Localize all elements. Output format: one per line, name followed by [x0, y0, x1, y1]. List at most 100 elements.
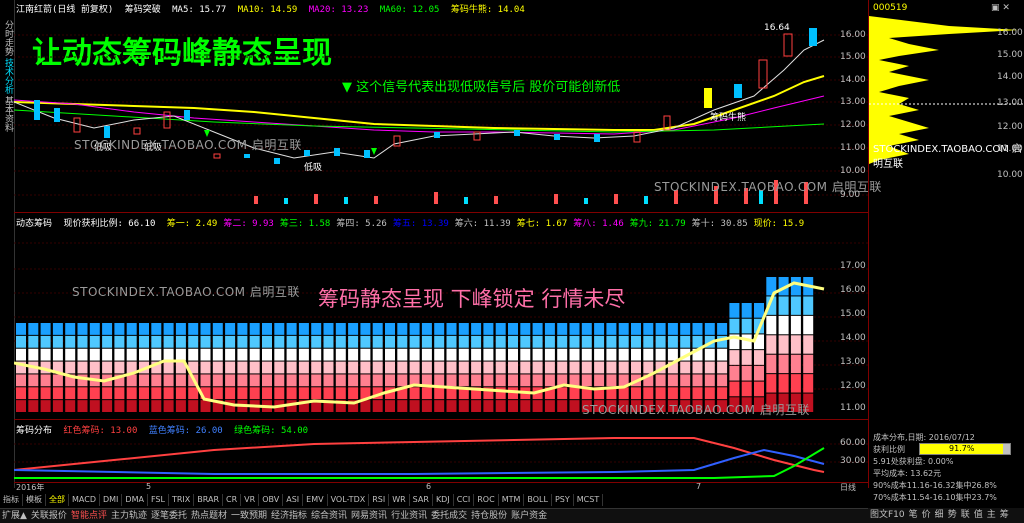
cost-date: 成本分布,日期: 2016/07/12	[873, 433, 975, 442]
bottom-tab-6[interactable]: 一致预期	[229, 509, 269, 523]
indicator-tab-9[interactable]: CR	[223, 494, 242, 506]
indicator-tab-24[interactable]: MCST	[574, 494, 604, 506]
chip-column-segment	[89, 348, 100, 361]
bottom-tab-3[interactable]: 主力轨迹	[109, 509, 149, 523]
bottom-tab-2[interactable]: 智能点评	[69, 509, 109, 523]
chip-column-segment	[667, 387, 678, 400]
tab-fundamentals[interactable]: 基本资料	[1, 96, 13, 132]
r-axis-6: 11.00	[997, 144, 1023, 154]
bottom-tab-5[interactable]: 热点题材	[189, 509, 229, 523]
indicator-tab-23[interactable]: PSY	[552, 494, 574, 506]
bottom-tab-4[interactable]: 逐笔委托	[149, 509, 189, 523]
bottom-tab-8[interactable]: 综合资讯	[309, 509, 349, 523]
bottom-tab-10[interactable]: 行业资讯	[389, 509, 429, 523]
indicator-tab-11[interactable]: OBV	[259, 494, 284, 506]
chip-column-segment	[557, 335, 568, 348]
chip-column-segment	[446, 400, 457, 412]
chip-column-segment	[372, 323, 383, 335]
chip-column-segment	[532, 400, 543, 412]
right-foot-tab-1[interactable]: 笔	[907, 508, 920, 522]
indicator-tab-10[interactable]: VR	[241, 494, 260, 506]
chip-column-segment	[692, 323, 703, 335]
right-foot-tab-2[interactable]: 价	[920, 508, 933, 522]
chip-column-segment	[274, 335, 285, 348]
indicator-tab-6[interactable]: FSL	[148, 494, 169, 506]
tab-technical[interactable]: 技术分析	[1, 58, 13, 94]
chip-column-segment	[360, 374, 371, 387]
right-foot-tab-6[interactable]: 值	[972, 508, 985, 522]
chip-column-segment	[754, 381, 764, 397]
period-label[interactable]: 日线	[840, 482, 856, 493]
chip-column-segment	[495, 374, 506, 387]
indicator-tab-7[interactable]: TRIX	[169, 494, 195, 506]
chip-column-segment	[212, 387, 223, 400]
indicator-tab-18[interactable]: KDJ	[433, 494, 454, 506]
chip-column-segment	[175, 335, 186, 348]
bottom-tab-13[interactable]: 账户资金	[509, 509, 549, 523]
chip-column-segment	[446, 348, 457, 361]
chip-column-segment	[89, 400, 100, 412]
indicator-tab-8[interactable]: BRAR	[194, 494, 224, 506]
chip-column-segment	[323, 387, 334, 400]
bottom-tab-0[interactable]: 扩展▲	[0, 509, 29, 523]
chip-column-segment	[680, 387, 691, 400]
chip-column-segment	[249, 374, 260, 387]
chip-column-segment	[40, 387, 51, 400]
chip-column-segment	[249, 335, 260, 348]
right-foot-tab-3[interactable]: 细	[933, 508, 946, 522]
chip-column-segment	[40, 374, 51, 387]
distribution-panel: 筹码分布 红色筹码: 13.00 蓝色筹码: 26.00 绿色筹码: 54.00…	[14, 420, 868, 483]
indicator-tab-22[interactable]: BOLL	[524, 494, 552, 506]
chip-column-segment	[631, 387, 641, 400]
chip-column-segment	[16, 374, 26, 387]
chip-column-segment	[655, 348, 666, 361]
chip-column-segment	[311, 361, 322, 374]
chip-column-segment	[348, 323, 359, 335]
indicator-tab-0[interactable]: 指标	[0, 494, 23, 506]
indicator-tab-19[interactable]: CCI	[454, 494, 475, 506]
indicator-tab-21[interactable]: MTM	[499, 494, 525, 506]
indicator-tab-14[interactable]: VOL-TDX	[328, 494, 370, 506]
right-foot-tab-4[interactable]: 势	[946, 508, 959, 522]
indicator-tab-2[interactable]: 全部	[46, 494, 69, 506]
indicator-tab-5[interactable]: DMA	[122, 494, 148, 506]
right-foot-tab-8[interactable]: 筹	[998, 508, 1011, 522]
chip-column-segment	[385, 400, 395, 412]
chip-column-segment	[778, 354, 789, 374]
right-foot-tab-7[interactable]: 主	[985, 508, 998, 522]
chip-column-segment	[754, 303, 764, 318]
chip-column-segment	[544, 361, 555, 374]
indicator-tab-16[interactable]: WR	[389, 494, 410, 506]
tab-intraday[interactable]: 分时走势	[1, 20, 13, 56]
chip-column-segment	[495, 400, 506, 412]
indicator-tab-1[interactable]: 模板	[23, 494, 46, 506]
low-signal-icon-2	[371, 148, 377, 155]
chip-column-segment	[40, 323, 51, 335]
chip-column-segment	[65, 400, 76, 412]
indicator-tab-12[interactable]: ASI	[283, 494, 304, 506]
chip-column-segment	[28, 387, 39, 400]
right-foot-tab-5[interactable]: 联	[959, 508, 972, 522]
chip-column-segment	[225, 387, 236, 400]
window-controls-icon[interactable]: ▣ ✕	[991, 3, 1010, 13]
indicator-tab-20[interactable]: ROC	[474, 494, 499, 506]
bottom-tab-1[interactable]: 关联报价	[29, 509, 69, 523]
chip-column-segment	[348, 387, 359, 400]
bottom-tab-9[interactable]: 网易资讯	[349, 509, 389, 523]
bottom-tab-12[interactable]: 持仓股份	[469, 509, 509, 523]
right-foot-tab-0[interactable]: 图文F10	[868, 508, 907, 522]
bottom-tab-7[interactable]: 经济指标	[269, 509, 309, 523]
chip-chart	[14, 242, 868, 412]
chip-column-segment	[249, 387, 260, 400]
chip-column-segment	[200, 374, 211, 387]
chip-column-segment	[335, 335, 346, 348]
chip-column-segment	[692, 387, 703, 400]
average-cost: 平均成本: 13.62元	[873, 469, 942, 478]
indicator-tab-13[interactable]: EMV	[303, 494, 328, 506]
bottom-tab-11[interactable]: 委托成交	[429, 509, 469, 523]
indicator-tab-17[interactable]: SAR	[410, 494, 433, 506]
indicator-tab-4[interactable]: DMI	[100, 494, 123, 506]
indicator-tab-3[interactable]: MACD	[69, 494, 100, 506]
chip-column-segment	[28, 374, 39, 387]
indicator-tab-15[interactable]: RSI	[369, 494, 390, 506]
